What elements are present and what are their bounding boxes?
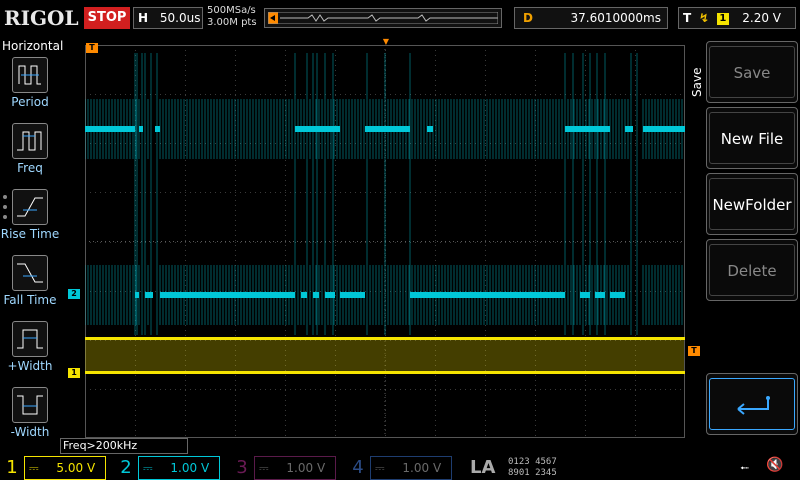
dc-coupling-icon: ⎓ [29, 461, 39, 475]
ch2-low-burst [610, 292, 625, 298]
measure-rise-time[interactable]: Rise Time [0, 189, 60, 251]
measure-period-label: Period [11, 95, 49, 109]
menu-tab: Save [688, 67, 704, 107]
delete-button-label: Delete [709, 244, 795, 296]
run-stop-button[interactable]: STOP [84, 7, 130, 29]
measurement-readout: Freq>200kHz [60, 438, 188, 454]
trigger-position-marker[interactable]: ▼ [380, 37, 392, 47]
ch3-status[interactable]: 3 ⎓ 1.00 V [232, 456, 336, 480]
trigger-source-badge: 1 [716, 12, 729, 25]
ch2-scale-box: ⎓ 1.00 V [138, 456, 220, 480]
return-icon [709, 378, 795, 430]
horizontal-scale-display[interactable]: H 50.0us [133, 7, 203, 29]
measure-positive-width[interactable]: +Width [0, 321, 60, 383]
ch3-scale: 1.00 V [286, 461, 326, 475]
waveform-display[interactable] [85, 45, 685, 438]
delay-label: D [523, 11, 533, 25]
ch1-high-rail [85, 337, 685, 340]
rising-edge-icon: ↯ [699, 11, 710, 25]
ch3-scale-box: ⎓ 1.00 V [254, 456, 336, 480]
ch2-offset-marker[interactable]: 2 [68, 289, 80, 299]
measure-fall-time[interactable]: Fall Time [0, 255, 60, 317]
new-folder-button[interactable]: NewFolder [706, 173, 798, 235]
measure-positive-width-label: +Width [7, 359, 53, 373]
sample-rate: 500MSa/s [207, 5, 256, 16]
freq-icon [12, 123, 48, 159]
measure-fall-time-label: Fall Time [3, 293, 57, 307]
memory-overview-waveform [268, 12, 498, 24]
measure-negative-width[interactable]: -Width [0, 387, 60, 449]
ch4-scale: 1.00 V [402, 461, 442, 475]
delay-display[interactable]: D 37.6010000ms [514, 7, 668, 29]
horizontal-measure-panel: Horizontal Period Freq Rise Time Fall Ti… [0, 37, 64, 439]
ch4-number: 4 [352, 457, 364, 478]
menu-tab-label: Save [690, 67, 704, 97]
ch1-status[interactable]: 1 ⎓ 5.00 V [2, 456, 106, 480]
top-status-bar: RIGOL STOP H 50.0us 500MSa/s 3.00M pts D… [0, 0, 800, 36]
save-menu-panel: Save Save New File NewFolder Delete [686, 37, 800, 439]
delay-value: 37.6010000ms [570, 11, 661, 25]
acquisition-info: 500MSa/s 3.00M pts [207, 5, 257, 29]
ch2-low-burst [430, 292, 565, 298]
speaker-muted-icon: 🔇 [766, 457, 784, 473]
delete-button[interactable]: Delete [706, 239, 798, 301]
la-digits-row-2: 8901 2345 [508, 468, 557, 478]
horizontal-label: H [138, 11, 149, 25]
save-button-label: Save [709, 46, 795, 98]
ch1-number: 1 [6, 457, 18, 478]
memory-depth: 3.00M pts [207, 17, 257, 28]
page-indicator-dots [3, 195, 7, 225]
panel-title: Horizontal [2, 39, 64, 53]
dc-coupling-icon: ⎓ [375, 461, 385, 475]
measure-negative-width-label: -Width [10, 425, 50, 439]
ch2-high-burst [625, 126, 633, 132]
ch2-low-burst [160, 292, 295, 298]
ch4-scale-box: ⎓ 1.00 V [370, 456, 452, 480]
memory-overview-strip[interactable] [264, 8, 502, 28]
dc-coupling-icon: ⎓ [143, 461, 153, 475]
measure-rise-time-label: Rise Time [0, 227, 60, 241]
channel-status-bar: 1 ⎓ 5.00 V 2 ⎓ 1.00 V 3 ⎓ 1.00 V 4 ⎓ 1.0… [0, 454, 800, 480]
measure-period[interactable]: Period [0, 57, 60, 119]
ch2-status[interactable]: 2 ⎓ 1.00 V [116, 456, 220, 480]
trigger-position-left-marker[interactable]: T [86, 43, 98, 53]
la-digits-row-1: 0123 4567 [508, 457, 557, 467]
ch2-number: 2 [120, 457, 132, 478]
la-channel-grid: 0123 4567 8901 2345 [508, 457, 598, 479]
ch2-high-burst [565, 126, 610, 132]
ch1-scale-box: ⎓ 5.00 V [24, 456, 106, 480]
ch4-status[interactable]: 4 ⎓ 1.00 V [348, 456, 452, 480]
brand-logo: RIGOL [4, 6, 79, 30]
measure-freq[interactable]: Freq [0, 123, 60, 185]
ch1-trace [85, 337, 684, 372]
fall-time-icon [12, 255, 48, 291]
positive-width-icon [12, 321, 48, 357]
period-icon [12, 57, 48, 93]
logic-analyzer-button[interactable]: LA [470, 456, 504, 480]
ch3-number: 3 [236, 457, 248, 478]
usb-icon: ⭪ [740, 461, 750, 475]
new-file-button-label: New File [709, 112, 795, 164]
ch1-scale: 5.00 V [56, 461, 96, 475]
ch1-offset-marker[interactable]: 1 [68, 368, 80, 378]
trigger-label: T [683, 11, 692, 25]
horizontal-scale-value: 50.0us [159, 11, 201, 25]
negative-width-icon [12, 387, 48, 423]
new-file-button[interactable]: New File [706, 107, 798, 169]
dc-coupling-icon: ⎓ [259, 461, 269, 475]
save-button[interactable]: Save [706, 41, 798, 103]
waveform-traces [85, 53, 685, 374]
trigger-level-value: 2.20 V [742, 11, 781, 25]
ch2-scale: 1.00 V [170, 461, 210, 475]
ch2-trace [85, 53, 683, 335]
measure-freq-label: Freq [17, 161, 43, 175]
back-button[interactable] [706, 373, 798, 435]
new-folder-button-label: NewFolder [709, 178, 795, 230]
rise-time-icon [12, 189, 48, 225]
ch1-low-rail [85, 371, 685, 374]
ch2-low-burst [145, 292, 153, 298]
trigger-display[interactable]: T ↯ 1 2.20 V [678, 7, 796, 29]
